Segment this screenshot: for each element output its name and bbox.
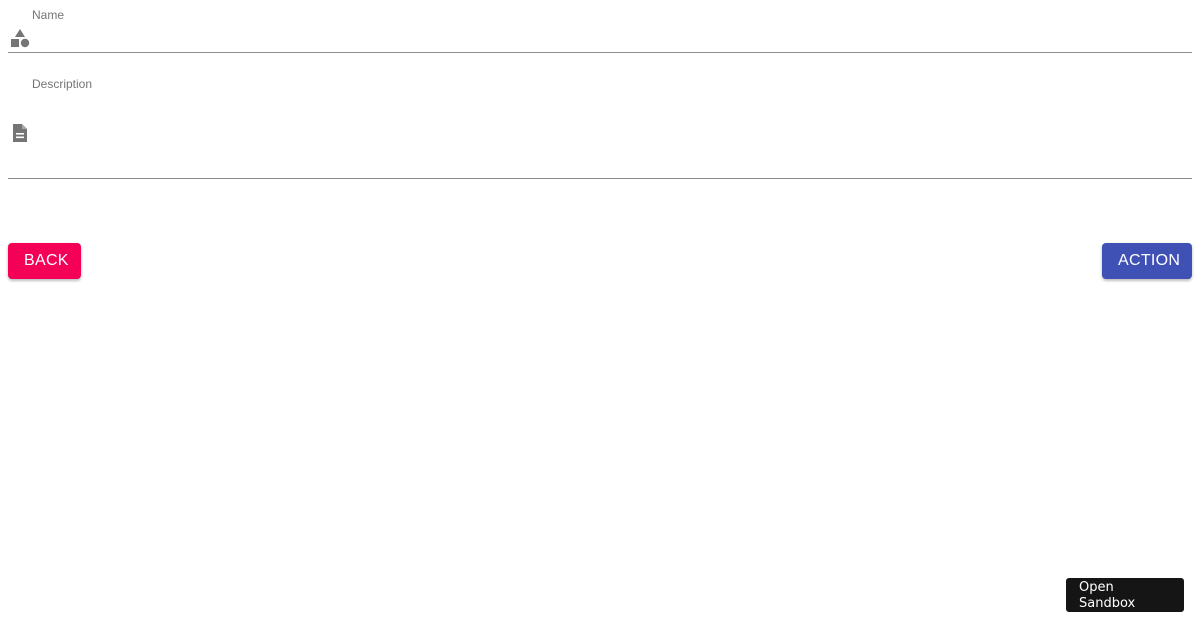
name-input[interactable] (32, 26, 1192, 48)
back-button[interactable]: Back (8, 243, 81, 279)
action-button[interactable]: Action (1102, 243, 1192, 279)
description-label: Description (32, 77, 93, 91)
name-label: Name (32, 8, 65, 22)
category-icon (10, 29, 30, 49)
open-sandbox-button[interactable]: Open Sandbox (1066, 578, 1184, 612)
name-field[interactable]: Name (8, 0, 1192, 53)
description-input[interactable] (32, 94, 1192, 174)
description-field[interactable]: Description (8, 70, 1192, 179)
description-icon (10, 123, 30, 143)
